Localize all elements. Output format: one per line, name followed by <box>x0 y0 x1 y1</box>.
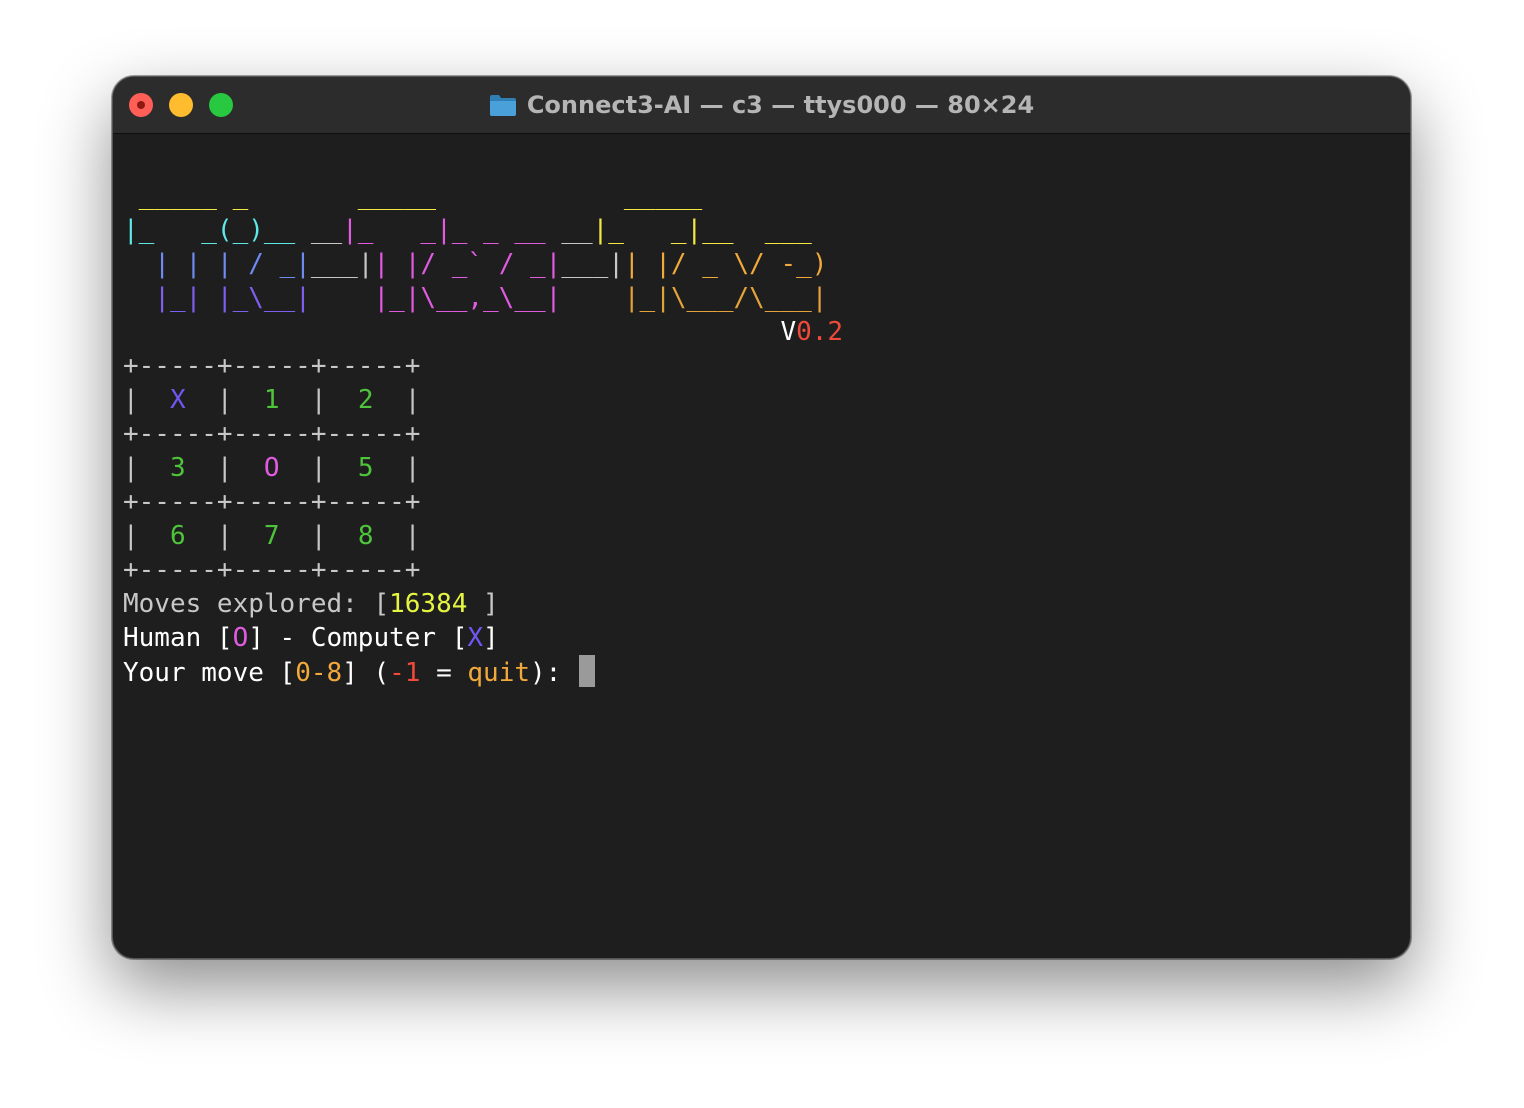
board-border: +-----+-----+-----+ <box>123 351 421 381</box>
board-cell: 7 <box>263 521 280 551</box>
human-mark: O <box>232 623 249 653</box>
version-line: V0.2 <box>123 315 843 349</box>
board-cell: 8 <box>357 521 374 551</box>
banner-line: |_| |_\__| |_|\__,_\__| |_|\___/\___| <box>123 283 828 313</box>
board-row: | 3 | O | 5 | <box>123 453 421 483</box>
quit-value: -1 <box>389 658 421 688</box>
board-cell: 5 <box>357 453 374 483</box>
board-cell: 1 <box>263 385 280 415</box>
banner-line: |_ _(_)__ __|_ _|_ _ __ __|_ _|__ ___ <box>123 215 812 245</box>
move-range: 0-8 <box>295 658 343 688</box>
banner-line: _____ _ _____ _____ <box>123 179 843 213</box>
board-border: +-----+-----+-----+ <box>123 487 421 517</box>
title-bar: Connect3-AI — c3 — ttys000 — 80×24 <box>113 77 1410 134</box>
terminal-window: Connect3-AI — c3 — ttys000 — 80×24 _____… <box>112 76 1411 959</box>
version-prefix: V <box>780 317 797 347</box>
board-border: +-----+-----+-----+ <box>123 555 421 585</box>
board-cell: 3 <box>169 453 186 483</box>
computer-mark: X <box>467 623 484 653</box>
move-prompt[interactable]: Your move [0-8] (-1 = quit): <box>123 655 843 689</box>
board-row: | 6 | 7 | 8 | <box>123 521 421 551</box>
board-row: | X | 1 | 2 | <box>123 385 421 415</box>
moves-explored-line: Moves explored: [16384 ] <box>123 589 499 619</box>
window-title: Connect3-AI — c3 — ttys000 — 80×24 <box>526 91 1035 119</box>
banner-text: _____ _ _____ _____ <box>123 181 703 211</box>
board-cell: 6 <box>169 521 186 551</box>
board-cell: 2 <box>357 385 374 415</box>
window-title-area: Connect3-AI — c3 — ttys000 — 80×24 <box>113 77 1410 133</box>
board-cell: O <box>263 453 280 483</box>
banner-line: | | | / _|___|| |/ _` / _|___|| |/ _ \/ … <box>123 249 828 279</box>
text-cursor[interactable] <box>579 655 595 687</box>
version-number: 0.2 <box>796 317 844 347</box>
board-border: +-----+-----+-----+ <box>123 419 421 449</box>
quit-word: quit <box>467 658 531 688</box>
moves-count: 16384 <box>389 589 468 619</box>
board-cell: X <box>169 385 186 415</box>
terminal-output[interactable]: _____ _ _____ _____ |_ _(_)__ __|_ _|_ _ … <box>123 179 843 689</box>
folder-icon <box>489 95 516 116</box>
players-line: Human [O] - Computer [X] <box>123 623 499 653</box>
